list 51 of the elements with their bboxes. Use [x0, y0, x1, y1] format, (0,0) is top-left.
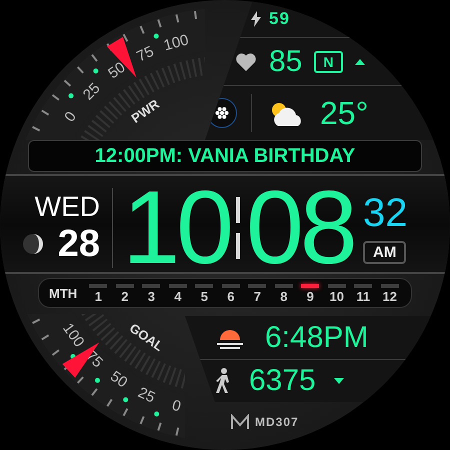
scale-dot [93, 68, 98, 74]
flower-icon [215, 106, 229, 120]
gauge-needle [106, 36, 136, 78]
battery-value: 59 [269, 10, 290, 27]
month-number: 3 [148, 290, 155, 302]
logo-icon [231, 414, 249, 430]
month-number: 11 [356, 290, 370, 302]
scale-dot [94, 378, 100, 383]
month-number: 4 [174, 290, 182, 302]
triangle-icon [354, 58, 364, 64]
sunset-time: 6:48PM [265, 322, 368, 352]
gauge-label: 25 [80, 80, 104, 104]
seconds: 32 [363, 192, 408, 232]
month-number: 9 [306, 290, 314, 302]
month-number: 10 [330, 290, 344, 302]
moon-icon [22, 233, 44, 255]
gauge-label: 50 [105, 58, 129, 82]
gauge-label: 50 [107, 368, 130, 392]
hours: 10 [122, 176, 230, 280]
temperature: 25° [320, 97, 368, 129]
bolt-icon [251, 10, 261, 26]
brand-name: MD307 [255, 415, 299, 429]
triangle-icon [334, 378, 344, 384]
month-number: 12 [382, 290, 397, 302]
event-text: 12:00PM: VANIA BIRTHDAY [94, 144, 356, 168]
month-number: 7 [254, 290, 261, 302]
month-number: 5 [200, 290, 208, 302]
month-number: 6 [227, 290, 234, 302]
gauge-label: 0 [170, 396, 183, 416]
gauge-label: 100 [162, 31, 190, 54]
month-label: MTH [49, 286, 78, 300]
colon-separator [236, 197, 240, 259]
scale-dot [68, 93, 74, 98]
walking-person-icon [215, 368, 231, 394]
badge: N [314, 50, 342, 72]
scale-dot [123, 397, 128, 402]
month-number: 8 [280, 290, 288, 302]
minutes: 08 [246, 176, 354, 280]
gauge-label: 25 [135, 384, 158, 406]
step-count: 6375 [249, 366, 316, 396]
gauge-label: 75 [134, 42, 156, 66]
weekday: WED [34, 193, 100, 221]
month-number: 2 [121, 290, 129, 302]
scale-dot [154, 412, 160, 417]
heart-icon [235, 52, 257, 72]
scale-dot [154, 34, 159, 39]
gauge-label: 0 [61, 108, 80, 126]
month-number: 1 [94, 290, 102, 302]
heart-rate: 85 [269, 46, 302, 76]
day-number: 28 [58, 225, 100, 263]
am-pm-indicator: AM [363, 240, 406, 264]
